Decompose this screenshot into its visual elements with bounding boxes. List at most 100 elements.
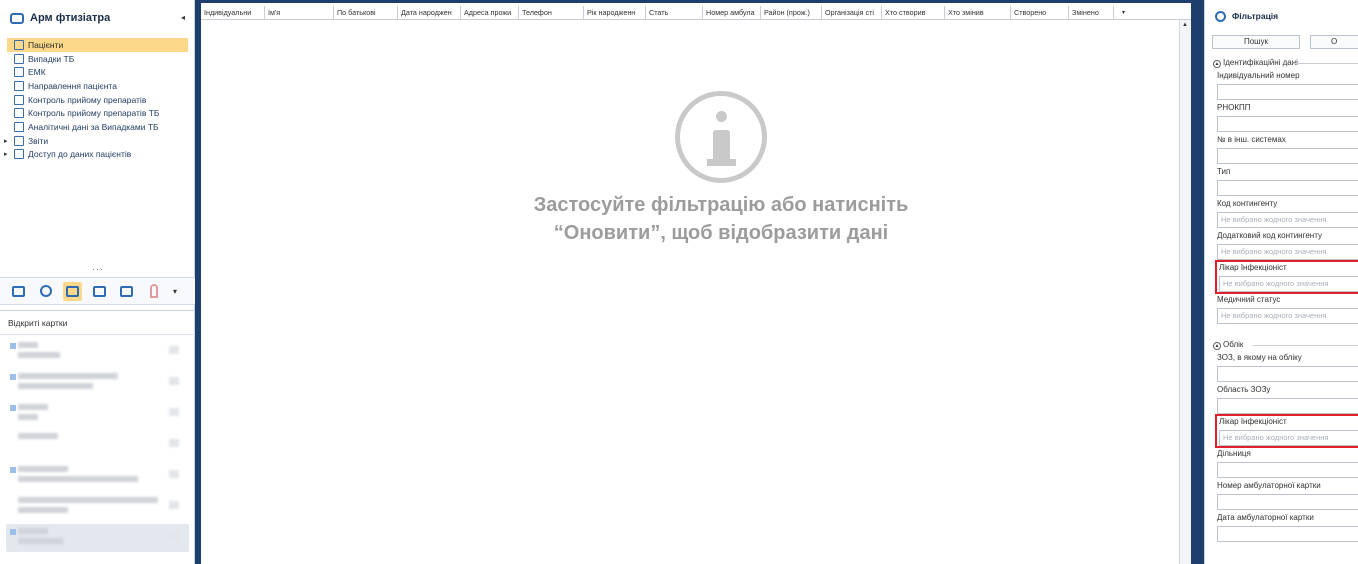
collapse-panel-icon[interactable]: ◂ (181, 13, 185, 22)
nav-item[interactable]: Випадки ТБ (0, 52, 195, 66)
column-header[interactable]: Телефон (519, 6, 584, 20)
analytics-icon (14, 121, 24, 132)
registration-fields: ЗОЗ, в якому на обліку Область ЗОЗу Лікар … (1205, 352, 1358, 542)
column-header[interactable]: Ім'я (265, 6, 334, 20)
patients-grid: Індивідуальни Ім'я По батькові Дата народже… (201, 0, 1191, 564)
column-header[interactable]: Номер амбула (703, 6, 761, 20)
opened-card[interactable] (6, 400, 189, 428)
opened-card-selected[interactable] (6, 524, 189, 552)
nav-item[interactable]: ▸ Звіти (0, 134, 195, 148)
filter-buttons: Пошук О (1205, 32, 1358, 50)
search-button[interactable]: Пошук (1212, 35, 1300, 49)
filter-panel: Фільтрація Пошук О ▲ Ідентифікаційні дані… (1204, 0, 1358, 564)
nav-item[interactable]: Контроль прийому препаратів ТБ (0, 106, 195, 120)
empty-state-message: Застосуйте фільтрацію або натисніть “Оно… (441, 191, 1001, 247)
vertical-scrollbar[interactable]: ▲ (1179, 20, 1191, 564)
collapse-icon[interactable]: ▲ (1213, 60, 1221, 68)
filter-field-input[interactable] (1217, 398, 1358, 414)
column-header[interactable]: Адреса прожи (461, 6, 519, 20)
panel-header: Арм фтизіатра ◂ (0, 0, 195, 36)
patients-icon (14, 39, 24, 50)
filter-field-input[interactable] (1217, 526, 1358, 542)
splitter-handle[interactable]: ··· (92, 264, 104, 274)
opened-card[interactable] (6, 493, 189, 521)
filter-field-input[interactable] (1217, 116, 1358, 132)
expand-icon[interactable]: ▸ (4, 137, 8, 145)
column-header[interactable]: Стать (646, 6, 703, 20)
filter-field-input[interactable]: Не вибрано жодного значення (1217, 212, 1358, 228)
opened-card[interactable] (6, 462, 189, 490)
camera-icon (12, 285, 25, 297)
column-header[interactable]: Змінено (1069, 6, 1114, 20)
opened-card[interactable] (6, 431, 189, 459)
users-module-button[interactable] (36, 282, 55, 301)
clear-button[interactable]: О (1310, 35, 1358, 49)
filter-field: Область ЗОЗу (1205, 384, 1358, 414)
nav-item-label: Випадки ТБ (28, 53, 75, 64)
info-icon (675, 91, 767, 183)
filter-field-input[interactable] (1217, 494, 1358, 510)
filter-field-input[interactable]: Не вибрано жодного значення (1217, 308, 1358, 324)
nav-item[interactable]: Пацієнти (7, 38, 188, 52)
splitter-right[interactable] (1191, 0, 1204, 564)
opened-cards-title: Відкриті картки (0, 311, 195, 335)
nav-item[interactable]: Контроль прийому препаратів (0, 93, 195, 107)
nav-item-label: Звіти (28, 135, 49, 146)
expand-icon[interactable]: ▸ (4, 150, 8, 158)
filter-field: Лікар Інфекціоніст Не вибрано жодного зна… (1215, 260, 1358, 294)
filter-field-input[interactable]: Не вибрано жодного значення (1217, 244, 1358, 260)
column-header[interactable]: Хто змінив (945, 6, 1011, 20)
calendar-icon (120, 285, 133, 297)
opened-cards-panel: Відкриті картки (0, 310, 195, 564)
filter-field: Номер амбулаторної картки (1205, 480, 1358, 510)
opened-card[interactable] (6, 338, 189, 366)
camera-module-button[interactable] (9, 282, 28, 301)
nav-item[interactable]: Направлення пацієнта (0, 79, 195, 93)
column-chooser-icon[interactable]: ▾ (1114, 6, 1133, 19)
column-header[interactable]: Індивідуальни (201, 6, 265, 20)
chevron-down-icon[interactable]: ▾ (173, 287, 177, 296)
section-registration[interactable]: ▲ Облік (1213, 340, 1358, 350)
filter-field: ЗОЗ, в якому на обліку (1205, 352, 1358, 382)
column-header[interactable]: Рік народженн (584, 6, 646, 20)
empty-state-line1: Застосуйте фільтрацію або натисніть (533, 194, 909, 216)
section-identification[interactable]: ▲ Ідентифікаційні дані (1213, 58, 1358, 68)
column-header[interactable]: Організація сті (822, 6, 882, 20)
binoculars-module-button[interactable] (63, 281, 82, 301)
empty-state: Застосуйте фільтрацію або натисніть “Оно… (441, 91, 1001, 247)
filter-field-label: Дата амбулаторної картки (1217, 513, 1314, 522)
column-header[interactable]: Дата народжен (398, 6, 461, 20)
filter-field-label: Медичний статус (1217, 295, 1281, 304)
column-header[interactable]: По батькові (334, 6, 398, 20)
filter-field-label: Код контингенту (1217, 199, 1278, 208)
filter-field-input[interactable] (1217, 148, 1358, 164)
ribbon-module-button[interactable] (144, 282, 163, 301)
scroll-up-icon[interactable]: ▲ (1182, 22, 1188, 28)
pills-icon (14, 94, 24, 105)
column-header[interactable]: Хто створив (882, 6, 945, 20)
bus-module-button[interactable] (90, 282, 109, 301)
calendar-module-button[interactable] (117, 282, 136, 301)
nav-item[interactable]: ▸ Доступ до даних пацієнтів (0, 148, 195, 162)
filter-field-input[interactable] (1217, 180, 1358, 196)
filter-field-input[interactable] (1217, 366, 1358, 382)
filter-field-input[interactable]: Не вибрано жодного значення (1219, 276, 1358, 292)
filter-field-label: Додатковий код контингенту (1217, 231, 1322, 240)
empty-state-line2: “Оновити”, щоб відобразити дані (553, 222, 889, 244)
filter-field: Дата амбулаторної картки (1205, 512, 1358, 542)
users-icon (39, 285, 52, 297)
filter-field-input[interactable]: Не вибрано жодного значення (1219, 430, 1358, 446)
opened-card[interactable] (6, 369, 189, 397)
nav-item[interactable]: Аналітичні дані за Випадками ТБ (0, 120, 195, 134)
module-toolbar: ▾ (0, 277, 195, 305)
nav-item[interactable]: ЕМК (0, 65, 195, 79)
collapse-icon[interactable]: ▲ (1213, 342, 1221, 350)
filter-field-input[interactable] (1217, 462, 1358, 478)
column-header[interactable]: Створено (1011, 6, 1069, 20)
filter-field-input[interactable] (1217, 84, 1358, 100)
column-header[interactable]: Район (прож.) (761, 6, 822, 20)
nav-item-label: Направлення пацієнта (28, 80, 117, 91)
nav-item-label: Контроль прийому препаратів ТБ (28, 108, 160, 119)
binoculars-icon (10, 12, 24, 24)
filter-field-label: Дільниця (1217, 449, 1251, 458)
